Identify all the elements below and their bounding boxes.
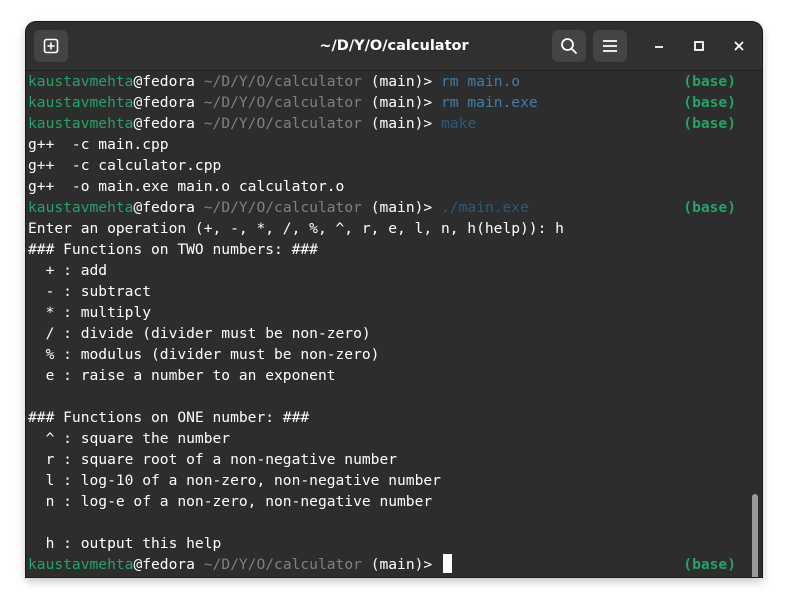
output-line: / : divide (divider must be non-zero): [28, 325, 371, 342]
prompt-path: ~/D/Y/O/calculator: [203, 115, 362, 132]
output-line: h : output this help: [28, 535, 222, 552]
prompt-user: kaustavmehta: [28, 94, 134, 111]
minimize-button[interactable]: [647, 34, 671, 58]
prompt-user: kaustavmehta: [28, 115, 134, 132]
output-line: l : log-10 of a non-zero, non-negative n…: [28, 472, 441, 489]
env-badge: (base): [683, 556, 736, 573]
command-text: ./main.exe: [441, 199, 529, 216]
close-button[interactable]: [727, 34, 751, 58]
menu-button[interactable]: [593, 30, 627, 62]
output-line: % : modulus (divider must be non-zero): [28, 346, 380, 363]
prompt-line: kaustavmehta@fedora ~/D/Y/O/calculator (…: [28, 197, 529, 218]
prompt-line: kaustavmehta@fedora ~/D/Y/O/calculator (…: [28, 113, 476, 134]
prompt-path: ~/D/Y/O/calculator: [203, 199, 362, 216]
prompt-host: fedora: [142, 115, 195, 132]
prompt-at: @: [133, 556, 143, 573]
prompt-branch: (main)>: [370, 556, 433, 573]
maximize-icon: [694, 41, 704, 51]
prompt-user: kaustavmehta: [28, 73, 134, 90]
output-line: ^ : square the number: [28, 430, 231, 447]
env-badge: (base): [683, 199, 736, 216]
prompt-branch: (main)>: [370, 115, 433, 132]
prompt-user: kaustavmehta: [28, 556, 134, 573]
output-line: g++ -c calculator.cpp: [28, 157, 222, 174]
terminal-output[interactable]: kaustavmehta@fedora ~/D/Y/O/calculator (…: [26, 71, 762, 577]
prompt-at: @: [133, 94, 143, 111]
minimize-icon: [655, 46, 663, 48]
command-text: rm main.exe: [441, 94, 538, 111]
output-line: ### Functions on ONE number: ###: [28, 409, 310, 426]
output-line: * : multiply: [28, 304, 152, 321]
command-text: rm main.o: [441, 73, 521, 90]
env-badge: (base): [683, 94, 736, 111]
prompt-host: fedora: [142, 73, 195, 90]
scrollbar-thumb[interactable]: [752, 494, 758, 577]
title-bar: ~/D/Y/O/calculator: [26, 22, 762, 71]
prompt-path: ~/D/Y/O/calculator: [203, 94, 362, 111]
prompt-host: fedora: [142, 556, 195, 573]
output-line: g++ -c main.cpp: [28, 136, 169, 153]
output-line: Enter an operation (+, -, *, /, %, ^, r,…: [28, 220, 564, 237]
search-icon: [561, 38, 577, 54]
search-button[interactable]: [552, 30, 586, 62]
output-line: + : add: [28, 262, 108, 279]
text-cursor: [443, 554, 453, 573]
prompt-user: kaustavmehta: [28, 199, 134, 216]
prompt-line: kaustavmehta@fedora ~/D/Y/O/calculator (…: [28, 92, 538, 113]
prompt-at: @: [133, 73, 143, 90]
prompt-at: @: [133, 115, 143, 132]
prompt-branch: (main)>: [370, 94, 433, 111]
hamburger-menu-icon: [603, 40, 617, 52]
close-icon: [734, 41, 744, 51]
command-text: make: [441, 115, 477, 132]
prompt-line: kaustavmehta@fedora ~/D/Y/O/calculator (…: [28, 554, 453, 575]
output-line: e : raise a number to an exponent: [28, 367, 336, 384]
prompt-branch: (main)>: [370, 199, 433, 216]
prompt-host: fedora: [142, 199, 195, 216]
prompt-line: kaustavmehta@fedora ~/D/Y/O/calculator (…: [28, 71, 520, 92]
prompt-at: @: [133, 199, 143, 216]
env-badge: (base): [683, 73, 736, 90]
output-line: r : square root of a non-negative number: [28, 451, 398, 468]
env-badge: (base): [683, 115, 736, 132]
prompt-branch: (main)>: [370, 73, 433, 90]
output-line: - : subtract: [28, 283, 152, 300]
prompt-host: fedora: [142, 94, 195, 111]
prompt-path: ~/D/Y/O/calculator: [203, 556, 362, 573]
output-line: n : log-e of a non-zero, non-negative nu…: [28, 493, 433, 510]
maximize-button[interactable]: [687, 34, 711, 58]
output-line: ### Functions on TWO numbers: ###: [28, 241, 318, 258]
prompt-path: ~/D/Y/O/calculator: [203, 73, 362, 90]
output-line: g++ -o main.exe main.o calculator.o: [28, 178, 345, 195]
terminal-window: ~/D/Y/O/calculator kaustavmehta@fedora ~…: [26, 22, 762, 577]
